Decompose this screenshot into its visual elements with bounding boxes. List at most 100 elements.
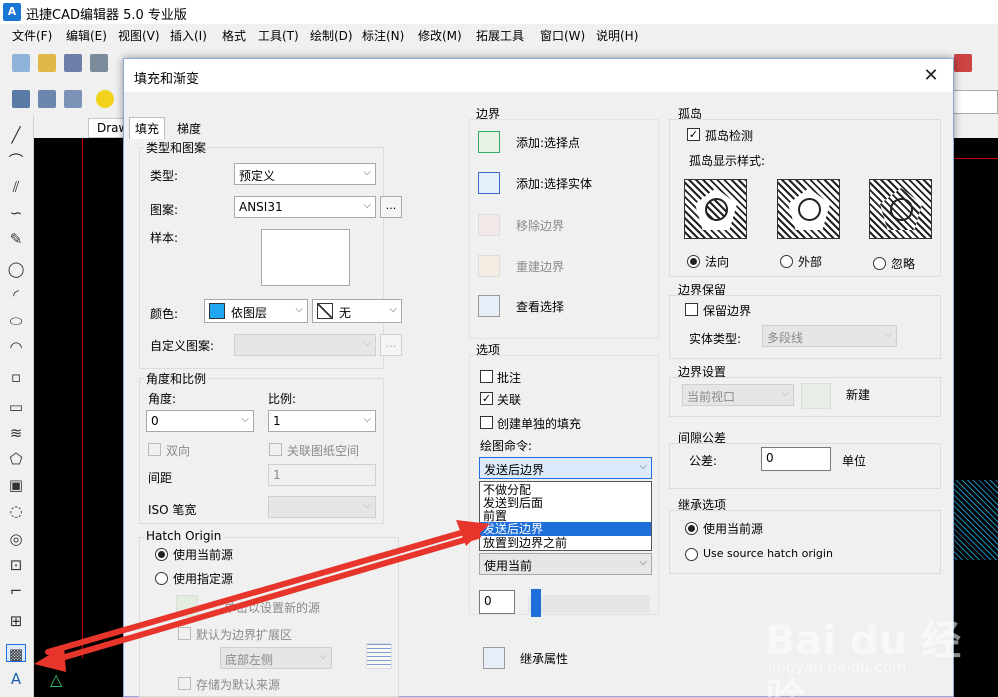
new-boundary-set-icon[interactable]: [801, 383, 831, 409]
menu-insert[interactable]: 插入(I): [170, 27, 207, 44]
recreate-boundary-icon[interactable]: [478, 255, 500, 277]
transparency-slider-thumb[interactable]: [531, 589, 541, 617]
island-style-ignore-preview[interactable]: [869, 179, 932, 239]
rectangle-icon[interactable]: ▭: [6, 398, 26, 416]
island-style-outer-preview[interactable]: [777, 179, 840, 239]
draw-order-option[interactable]: 放置到边界之前: [480, 536, 651, 550]
revcloud-icon[interactable]: ≋: [6, 424, 26, 442]
new-boundary-set-label[interactable]: 新建: [846, 386, 870, 403]
tab-gradient[interactable]: 梯度: [172, 118, 206, 139]
donut-icon[interactable]: ◎: [6, 530, 26, 548]
draw-order-option[interactable]: 前置: [480, 509, 651, 523]
retain-boundary-checkbox[interactable]: [685, 303, 698, 316]
menu-window[interactable]: 窗口(W): [540, 27, 585, 44]
pattern-select[interactable]: ANSI31 ⌵: [234, 196, 376, 218]
polyline-icon[interactable]: ⌒: [6, 152, 26, 170]
add-select-object-label[interactable]: 添加:选择实体: [516, 175, 592, 192]
transparency-slider[interactable]: [528, 595, 650, 613]
scale-combo[interactable]: 1 ⌵: [268, 410, 376, 432]
point-icon[interactable]: ▫: [6, 368, 26, 386]
type-select[interactable]: 预定义 ⌵: [234, 163, 376, 185]
open-folder-icon[interactable]: [38, 54, 56, 72]
draw-order-option[interactable]: 不做分配: [480, 483, 651, 497]
region-icon[interactable]: ▣: [6, 476, 26, 494]
layer-prev-icon[interactable]: [64, 90, 82, 108]
iso-pen-width-select[interactable]: ⌵: [268, 496, 376, 518]
menu-file[interactable]: 文件(F): [12, 27, 52, 44]
double-checkbox[interactable]: [148, 443, 161, 456]
angle-combo[interactable]: 0 ⌵: [146, 410, 254, 432]
remove-boundary-icon[interactable]: [478, 214, 500, 236]
store-default-origin-checkbox[interactable]: [178, 677, 191, 690]
island-normal-radio[interactable]: [687, 255, 700, 268]
layer-combo-partial[interactable]: [950, 90, 998, 114]
new-file-icon[interactable]: [12, 54, 30, 72]
recreate-boundary-label[interactable]: 重建边界: [516, 258, 564, 275]
inherit-properties-label[interactable]: 继承属性: [520, 650, 568, 667]
tab-hatch[interactable]: 填充: [129, 117, 166, 139]
ellipse-arc-icon[interactable]: ◠: [6, 338, 26, 356]
draw-order-option-selected[interactable]: 发送后边界: [480, 522, 651, 536]
custom-pattern-browse-button[interactable]: ...: [380, 334, 402, 356]
menu-extend-tools[interactable]: 拓展工具: [476, 27, 524, 44]
origin-position-select[interactable]: 底部左侧 ⌵: [220, 647, 332, 669]
menu-modify[interactable]: 修改(M): [418, 27, 462, 44]
add-select-object-icon[interactable]: [478, 172, 500, 194]
background-color-select[interactable]: 无 ⌵: [312, 299, 402, 323]
spacing-input[interactable]: 1: [268, 464, 376, 486]
use-specified-origin-radio[interactable]: [155, 572, 168, 585]
pattern-sample-preview[interactable]: [261, 229, 350, 286]
draw-order-select[interactable]: 发送后边界 ⌵: [479, 457, 652, 479]
inherit-use-current-radio[interactable]: [685, 522, 698, 535]
close-icon[interactable]: ✕: [909, 59, 953, 92]
view-selection-label[interactable]: 查看选择: [516, 298, 564, 315]
tool-icon[interactable]: [954, 54, 972, 72]
wipeout-icon[interactable]: ◌: [6, 502, 26, 520]
multiline-icon[interactable]: ⫽: [6, 178, 26, 196]
custom-pattern-select[interactable]: ⌵: [234, 334, 376, 356]
menu-dimension[interactable]: 标注(N): [362, 27, 404, 44]
default-extent-checkbox[interactable]: [178, 627, 191, 640]
freehand-icon[interactable]: ✎: [6, 230, 26, 248]
add-pick-point-label[interactable]: 添加:选择点: [516, 134, 580, 151]
line-icon[interactable]: ╱: [6, 126, 26, 144]
text-icon[interactable]: A: [6, 670, 26, 688]
transparency-input[interactable]: 0: [479, 590, 515, 614]
island-ignore-radio[interactable]: [873, 257, 886, 270]
hatch-icon[interactable]: ▩: [6, 644, 26, 663]
lightbulb-icon[interactable]: [96, 90, 114, 108]
add-pick-point-icon[interactable]: [478, 131, 500, 153]
draw-order-option[interactable]: 发送到后面: [480, 496, 651, 510]
view-selection-icon[interactable]: [478, 295, 500, 317]
polygon-icon[interactable]: ⬠: [6, 450, 26, 468]
menu-help[interactable]: 说明(H): [596, 27, 638, 44]
gap-tolerance-input[interactable]: 0: [761, 447, 831, 471]
island-style-normal-preview[interactable]: [684, 179, 747, 239]
island-outer-radio[interactable]: [780, 255, 793, 268]
pattern-browse-button[interactable]: ...: [380, 196, 402, 218]
arc-icon[interactable]: ◜: [6, 286, 26, 304]
spline-icon[interactable]: ∽: [6, 204, 26, 222]
layer-select[interactable]: 使用当前 ⌵: [479, 553, 652, 575]
inherit-properties-icon[interactable]: [483, 647, 505, 669]
boundary-set-select[interactable]: 当前视口 ⌵: [682, 384, 794, 406]
circle-icon[interactable]: ◯: [6, 260, 26, 278]
relative-paper-space-checkbox[interactable]: [269, 443, 282, 456]
fillet-icon[interactable]: ⌐: [6, 582, 26, 600]
color-select[interactable]: 依图层 ⌵: [204, 299, 308, 323]
island-detection-checkbox[interactable]: ✓: [687, 128, 700, 141]
annotative-checkbox[interactable]: [480, 370, 493, 383]
table-icon[interactable]: ⊞: [6, 612, 26, 630]
menu-edit[interactable]: 编辑(E): [66, 27, 107, 44]
use-current-origin-radio[interactable]: [155, 548, 168, 561]
set-origin-icon[interactable]: [176, 595, 198, 617]
layer-icon[interactable]: [12, 90, 30, 108]
ellipse-icon[interactable]: ⬭: [6, 312, 26, 330]
block-icon[interactable]: ⊡: [6, 556, 26, 574]
print-icon[interactable]: [90, 54, 108, 72]
menu-tools[interactable]: 工具(T): [258, 27, 299, 44]
menu-view[interactable]: 视图(V): [118, 27, 160, 44]
inherit-use-source-radio[interactable]: [685, 548, 698, 561]
associative-checkbox[interactable]: ✓: [480, 392, 493, 405]
separate-hatches-checkbox[interactable]: [480, 416, 493, 429]
